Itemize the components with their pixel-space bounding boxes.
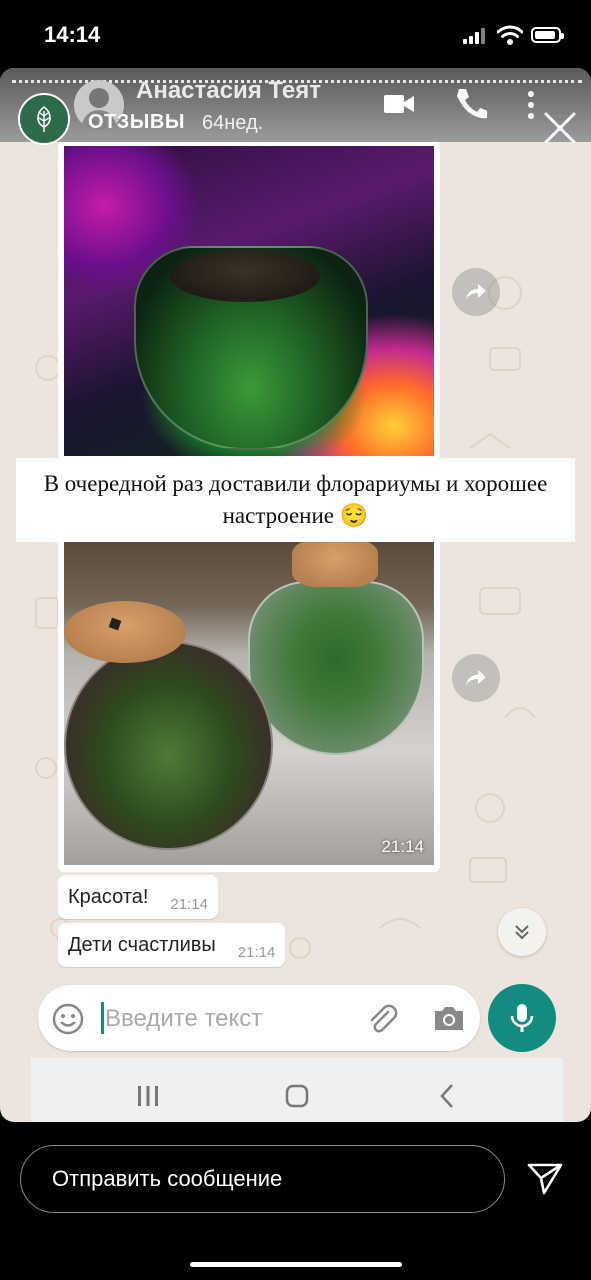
wifi-icon [497,25,523,45]
mic-icon [510,1004,534,1032]
battery-icon [531,27,564,43]
signal-icon [463,28,487,44]
close-icon[interactable] [540,108,580,148]
scroll-down-icon [515,925,529,940]
terrarium-jar [248,581,424,755]
message-text: Красота! [68,885,149,908]
message-text: Дети счастливы [68,933,216,956]
message-time: 21:14 [237,943,276,961]
story-reply-placeholder[interactable]: Отправить сообщение [52,1166,282,1192]
home-indicator[interactable] [190,1262,402,1267]
video-call-icon [384,95,414,113]
forward-button[interactable] [452,268,500,316]
jar-lid [64,601,186,663]
message-input[interactable]: Введите текст [105,1005,262,1033]
chat-message[interactable]: Дети счастливы 21:14 [58,923,286,967]
text-cursor [101,1002,104,1034]
voice-message-button[interactable] [488,984,556,1052]
attach-icon[interactable] [366,1002,400,1036]
story-avatar[interactable] [18,93,70,145]
back-icon[interactable] [436,1083,458,1109]
contact-name: Анастасия Теят [136,77,321,104]
terrarium-jar [64,641,273,850]
message-time: 21:14 [170,895,208,913]
forward-button[interactable] [452,654,500,702]
scroll-down-button[interactable] [498,908,546,956]
camera-icon[interactable] [432,1003,466,1033]
story-account-name[interactable]: ОТЗЫВЫ [88,111,185,134]
home-icon[interactable] [285,1084,309,1108]
story-card[interactable]: 21:14 Красота! 21:14 Дети счастливы 21:1… [0,68,591,1122]
forward-icon [466,284,486,300]
last-seen: 64нед. [202,112,264,134]
forward-icon [466,670,486,686]
terrarium-photo[interactable]: 21:14 [64,541,434,865]
leaf-logo-icon [37,105,51,132]
photo-timestamp: 21:14 [381,837,424,856]
jar-lid [292,541,378,587]
send-icon[interactable] [527,1162,563,1196]
recent-apps-icon[interactable] [136,1085,160,1107]
chat-message[interactable]: Красота! 21:14 [58,875,218,919]
phone-icon [457,89,487,119]
story-caption: В очередной раз доставили флорариумы и х… [16,458,575,542]
jar-lid [170,250,320,302]
emoji-icon[interactable] [52,1003,84,1035]
status-time: 14:14 [44,22,101,47]
terrarium-photo[interactable] [64,146,434,456]
more-icon [528,91,534,119]
